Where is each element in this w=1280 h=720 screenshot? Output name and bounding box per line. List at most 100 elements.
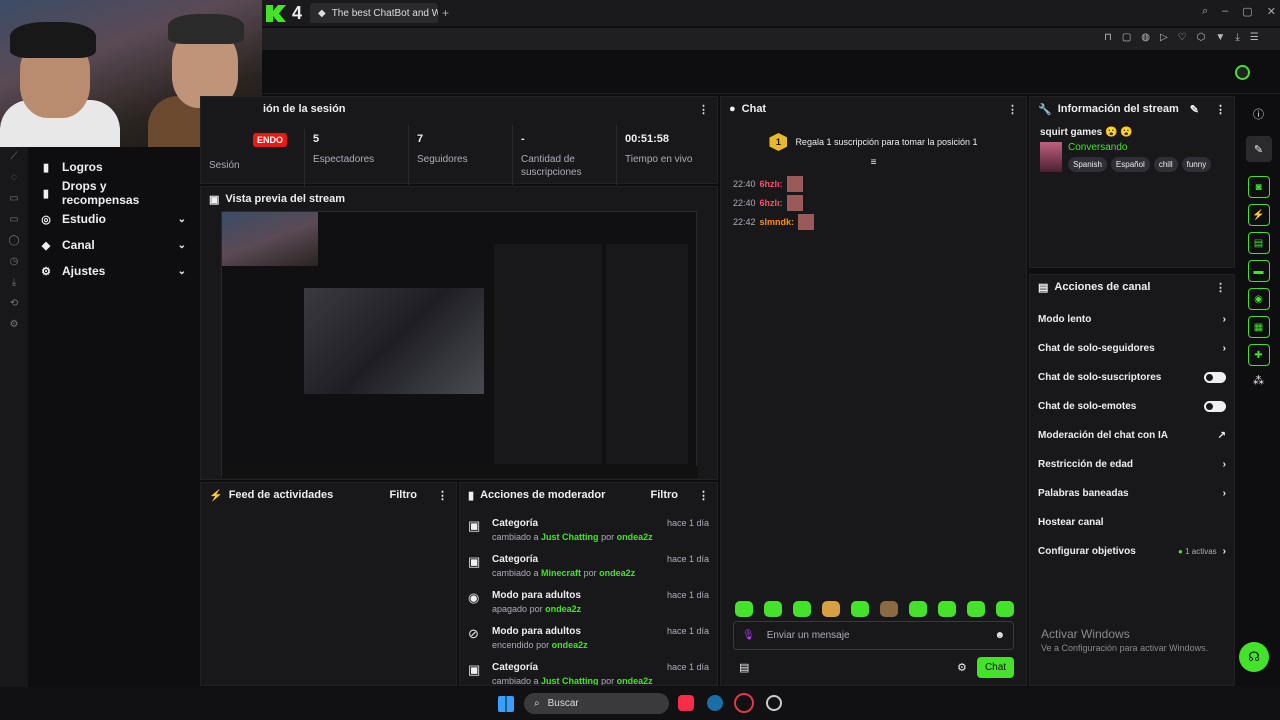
windows-start-icon[interactable] <box>498 696 514 712</box>
mod-action-user[interactable]: ondea2z <box>545 604 581 614</box>
sidebar-app-icon[interactable]: ◯ <box>8 235 19 246</box>
sidebar-app-icon[interactable]: ⟲ <box>10 298 18 309</box>
maximize-icon[interactable]: ▢ <box>1242 5 1252 18</box>
gift-banner[interactable]: 1 Regala 1 suscripción para tomar la pos… <box>721 133 1026 151</box>
heart-icon[interactable]: ♡ <box>1178 32 1187 43</box>
emote-icon[interactable] <box>938 601 956 617</box>
info-icon[interactable]: ⓘ <box>1237 106 1280 122</box>
music-app-icon[interactable] <box>678 695 694 711</box>
tag-pill[interactable]: Español <box>1110 157 1150 172</box>
toggle-switch[interactable] <box>1204 372 1226 383</box>
nav-item-ajustes[interactable]: ⚙ Ajustes ⌄ <box>28 258 198 284</box>
avatar[interactable] <box>1235 65 1250 80</box>
tag-pill[interactable]: funny <box>1181 157 1212 172</box>
filter-button[interactable]: Filtro <box>390 489 418 501</box>
chat-input[interactable]: 🎙 Enviar un mensaje ☻ <box>733 621 1014 650</box>
store-icon[interactable]: ▤ <box>739 661 749 674</box>
emoji-icon[interactable]: ☻ <box>994 630 1005 641</box>
category-name[interactable]: Conversando <box>1068 142 1211 153</box>
play-icon[interactable]: ▷ <box>1160 32 1168 43</box>
profile-icon[interactable]: ▼ <box>1215 32 1225 43</box>
sidebar-app-icon[interactable]: ⚙ <box>10 319 19 330</box>
menu-icon[interactable]: ☰ <box>1250 32 1259 43</box>
emote-icon[interactable] <box>996 601 1014 617</box>
shield-icon[interactable]: ◍ <box>1141 32 1150 43</box>
emote-icon[interactable] <box>764 601 782 617</box>
emote-icon[interactable] <box>735 601 753 617</box>
emote-icon[interactable] <box>793 601 811 617</box>
channel-action-item[interactable]: Palabras baneadas › <box>1030 479 1234 508</box>
send-chat-button[interactable]: Chat <box>977 657 1014 678</box>
taskbar-search[interactable]: ⌕ Buscar <box>524 693 669 714</box>
channel-action-item[interactable]: Chat de solo-suscriptores <box>1030 363 1234 392</box>
close-icon[interactable]: ✕ <box>1267 5 1276 18</box>
download-icon[interactable]: ⤓ <box>1235 32 1239 43</box>
emote-icon[interactable] <box>880 601 898 617</box>
sidebar-app-icon[interactable]: ◌ <box>11 172 17 183</box>
emote-icon[interactable] <box>967 601 985 617</box>
pencil-icon[interactable]: ✎ <box>1245 136 1272 162</box>
channel-action-item[interactable]: Configurar objetivos ● 1 activas › <box>1030 537 1234 566</box>
bolt-toggle-icon[interactable]: ⚡ <box>1247 204 1270 226</box>
minimize-icon[interactable]: – <box>1222 5 1228 18</box>
sidebar-app-icon[interactable]: ⤓ <box>12 277 16 288</box>
mod-action-user[interactable]: ondea2z <box>617 676 653 685</box>
list-toggle-icon[interactable]: ▤ <box>1247 232 1270 254</box>
mod-action-user[interactable]: ondea2z <box>599 568 635 578</box>
chat-pin-icon[interactable]: ≡ <box>721 157 1026 168</box>
emote-icon[interactable] <box>909 601 927 617</box>
bookmark-icon[interactable]: ⊓ <box>1104 32 1112 43</box>
channel-action-item[interactable]: Restricción de edad › <box>1030 450 1234 479</box>
steam-app-icon[interactable] <box>707 695 723 711</box>
sidebar-app-icon[interactable]: ◷ <box>10 256 19 267</box>
snapshot-icon[interactable]: ▢ <box>1122 32 1131 43</box>
microphone-icon[interactable]: 🎙 <box>742 630 755 641</box>
nav-item-logros[interactable]: ▮ Logros <box>28 154 198 180</box>
tag-pill[interactable]: chill <box>1153 157 1178 172</box>
edit-icon[interactable]: ✎ <box>1190 103 1199 116</box>
extensions-icon[interactable]: ⬡ <box>1197 32 1206 43</box>
nav-item-canal[interactable]: ◆ Canal ⌄ <box>28 232 198 258</box>
toggle-switch[interactable] <box>1204 401 1226 412</box>
chat-username[interactable]: slmndk: <box>760 217 795 227</box>
new-tab-icon[interactable]: + <box>442 6 449 20</box>
nav-item-drops[interactable]: ▮ Drops y recompensas <box>28 179 198 207</box>
channel-action-item[interactable]: Hostear canal <box>1030 508 1234 537</box>
chrome-app-icon[interactable] <box>766 695 782 711</box>
channel-action-item[interactable]: Moderación del chat con IA ↗ <box>1030 421 1234 450</box>
panel-toggle-icon[interactable]: ◙ <box>1247 176 1270 198</box>
tag-pill[interactable]: Spanish <box>1068 157 1107 172</box>
chat-toggle-icon[interactable]: ▬ <box>1247 260 1270 282</box>
channel-action-item[interactable]: Chat de solo-emotes <box>1030 392 1234 421</box>
mod-action-user[interactable]: ondea2z <box>617 532 653 542</box>
sidebar-app-icon[interactable]: ▭ <box>9 193 18 204</box>
mod-action-title: Modo para adultos <box>492 590 581 601</box>
browser-tab[interactable]: ◆ The best ChatBot and Wi... <box>310 3 438 23</box>
more-icon[interactable]: ⋮ <box>698 489 709 502</box>
more-icon[interactable]: ⋮ <box>1215 281 1226 294</box>
more-icon[interactable]: ⋮ <box>1007 103 1018 116</box>
filter-button[interactable]: Filtro <box>651 489 679 501</box>
search-icon[interactable]: ⌕ <box>1202 5 1208 18</box>
more-icon[interactable]: ⋮ <box>698 103 709 116</box>
layout-toggle-icon[interactable]: ▦ <box>1247 316 1270 338</box>
channel-action-item[interactable]: Chat de solo-seguidores › <box>1030 334 1234 363</box>
broadcast-toggle-icon[interactable]: ◉ <box>1247 288 1270 310</box>
chat-username[interactable]: 6hzlı: <box>760 198 783 208</box>
chat-settings-icon[interactable]: ⚙ <box>957 661 967 674</box>
opera-app-icon[interactable] <box>734 693 754 713</box>
support-icon[interactable]: ☊ <box>1239 642 1269 672</box>
more-icon[interactable]: ⋮ <box>1215 103 1226 116</box>
emote-icon[interactable] <box>851 601 869 617</box>
sidebar-app-icon[interactable]: ⟋ <box>11 151 18 162</box>
emote-icon[interactable] <box>822 601 840 617</box>
more-icon[interactable]: ⋮ <box>437 489 448 502</box>
chat-username[interactable]: 6hzlı: <box>760 179 783 189</box>
channel-action-item[interactable]: Modo lento › <box>1030 305 1234 334</box>
sidebar-app-icon[interactable]: ▭ <box>9 214 18 225</box>
nav-item-estudio[interactable]: ◎ Estudio ⌄ <box>28 206 198 232</box>
mod-action-user[interactable]: ondea2z <box>552 640 588 650</box>
wrench-toggle-icon[interactable]: ✚ <box>1247 344 1270 366</box>
stream-preview-video[interactable] <box>221 211 698 478</box>
nodes-icon[interactable]: ⁂ <box>1237 374 1280 387</box>
